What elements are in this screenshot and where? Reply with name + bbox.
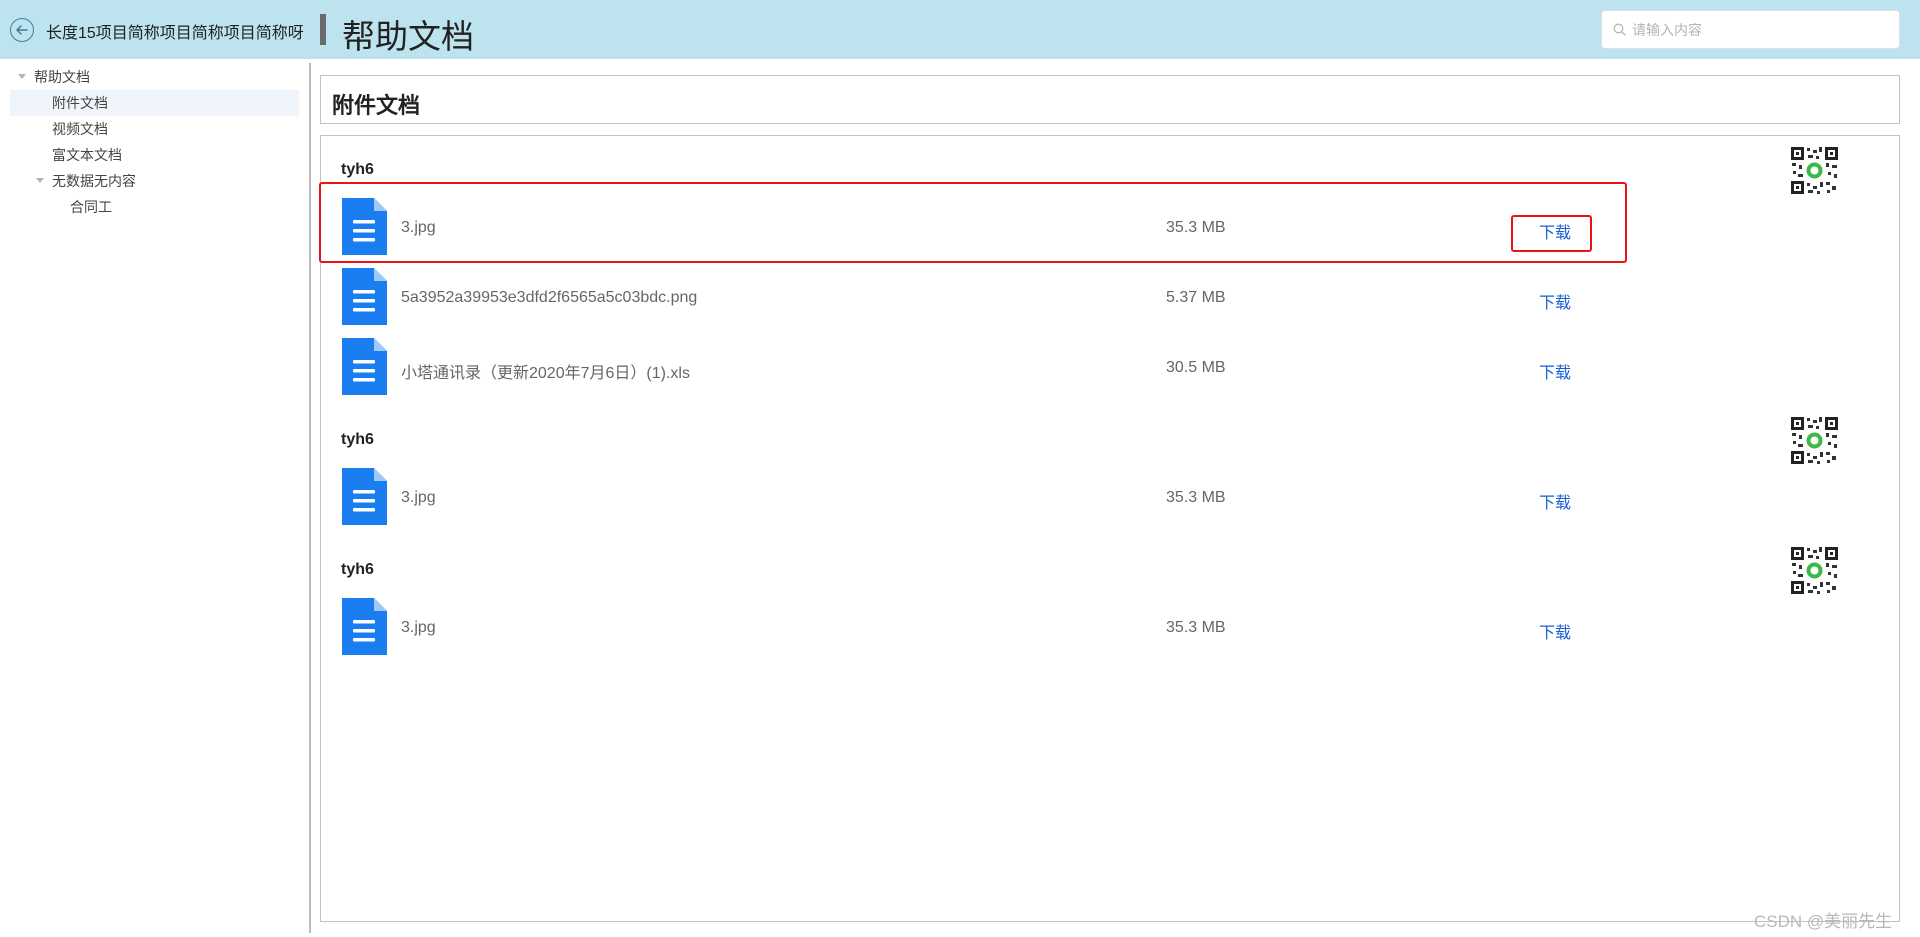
page-title: 帮助文档: [342, 18, 474, 55]
qr-code-icon: [1790, 146, 1839, 195]
sidebar: 帮助文档 附件文档 视频文档 富文本文档 无数据无内容 合同工: [0, 59, 309, 937]
file-name: 小塔通讯录（更新2020年7月6日）(1).xls: [401, 365, 690, 382]
caret-down-icon[interactable]: [36, 177, 44, 183]
download-link[interactable]: 下载: [1539, 289, 1571, 313]
download-link[interactable]: 下载: [1539, 619, 1571, 643]
file-size: 35.3 MB: [1166, 619, 1226, 636]
file-name: 3.jpg: [401, 489, 436, 506]
tree-node-help-docs[interactable]: 帮助文档: [18, 64, 298, 90]
tree-node-video-docs[interactable]: 视频文档: [52, 116, 292, 142]
file-size: 35.3 MB: [1166, 489, 1226, 506]
group-title: tyh6: [341, 161, 374, 178]
qr-code-icon: [1790, 546, 1839, 595]
document-icon: [342, 598, 387, 655]
highlight-box-row: [319, 182, 1627, 263]
document-icon: [342, 268, 387, 325]
qr-code-icon: [1790, 416, 1839, 465]
tree-node-label: 附件文档: [52, 95, 108, 111]
download-link[interactable]: 下载: [1539, 489, 1571, 513]
back-button[interactable]: [10, 18, 34, 42]
tree-node-label: 无数据无内容: [52, 173, 136, 189]
section-header: 附件文档: [320, 75, 1900, 124]
tree-node-label: 富文本文档: [52, 147, 122, 163]
tree-node-richtext-docs[interactable]: 富文本文档: [52, 142, 292, 168]
tree-node-attachment-docs[interactable]: 附件文档: [10, 90, 299, 116]
search-box[interactable]: [1601, 10, 1900, 49]
document-icon: [342, 468, 387, 525]
title-divider: [320, 14, 326, 45]
top-header: 长度15项目简称项目简称项目简称呀 帮助文档: [0, 0, 1920, 59]
file-size: 30.5 MB: [1166, 359, 1226, 376]
tree-node-label: 帮助文档: [34, 69, 90, 85]
group-title: tyh6: [341, 431, 374, 448]
file-name: 3.jpg: [401, 619, 436, 636]
project-name: 长度15项目简称项目简称项目简称呀: [46, 25, 304, 42]
search-icon: [1613, 23, 1626, 36]
tree-node-label: 合同工: [70, 199, 112, 215]
tree-node-contract-worker[interactable]: 合同工: [70, 194, 290, 220]
sidebar-divider: [309, 63, 311, 933]
highlight-box-download: [1511, 215, 1592, 252]
arrow-left-icon: [16, 25, 28, 35]
download-link[interactable]: 下载: [1539, 359, 1571, 383]
search-input[interactable]: [1632, 15, 1892, 44]
tree-node-label: 视频文档: [52, 121, 108, 137]
file-size: 5.37 MB: [1166, 289, 1226, 306]
caret-down-icon[interactable]: [18, 73, 26, 79]
section-title: 附件文档: [332, 93, 421, 118]
group-title: tyh6: [341, 561, 374, 578]
tree-node-no-data[interactable]: 无数据无内容: [36, 168, 296, 194]
file-name: 5a3952a39953e3dfd2f6565a5c03bdc.png: [401, 289, 698, 306]
document-icon: [342, 338, 387, 395]
watermark: CSDN @美丽先生: [1754, 912, 1893, 931]
